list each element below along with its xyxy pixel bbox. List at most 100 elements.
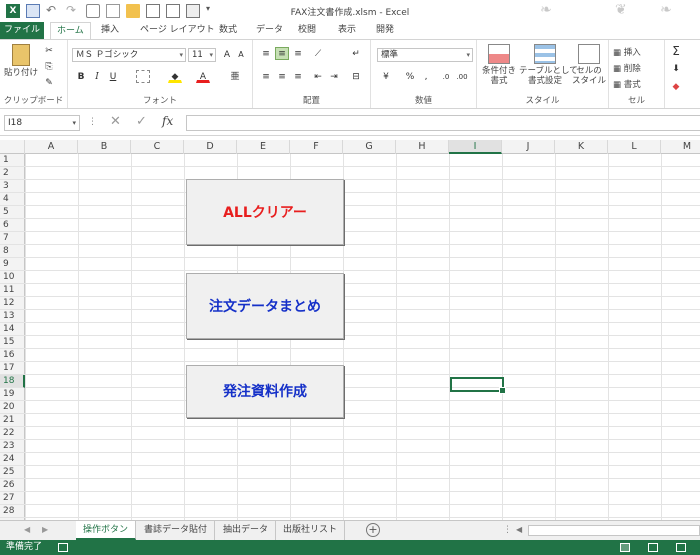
row-header[interactable]: 3 <box>0 180 25 193</box>
tab-formulas[interactable]: 数式 <box>213 22 243 39</box>
align-right-icon[interactable]: ≡ <box>291 70 305 83</box>
hscroll-left-icon[interactable]: ◀ <box>516 525 522 534</box>
column-header[interactable]: L <box>608 140 661 154</box>
fill-icon[interactable]: ⬇ <box>669 62 683 75</box>
row-header[interactable]: 22 <box>0 427 25 440</box>
format-painter-icon[interactable]: ✎ <box>42 76 56 89</box>
row-header[interactable]: 8 <box>0 245 25 258</box>
enter-icon[interactable]: ✓ <box>136 114 147 129</box>
insert-function-button[interactable]: fx <box>162 114 173 128</box>
shrink-font-icon[interactable]: A <box>234 48 248 61</box>
tab-page-layout[interactable]: ページ レイアウト <box>134 22 221 39</box>
align-center-icon[interactable]: ≡ <box>275 70 289 83</box>
macro-record-icon[interactable] <box>58 543 68 552</box>
row-header[interactable]: 9 <box>0 258 25 271</box>
clear-icon[interactable]: ◆ <box>669 80 683 93</box>
sheet-tab-extracted-data[interactable]: 抽出データ <box>216 521 277 540</box>
row-header[interactable]: 25 <box>0 466 25 479</box>
row-header[interactable]: 17 <box>0 362 25 375</box>
row-header[interactable]: 28 <box>0 505 25 518</box>
merge-center-icon[interactable]: ⊟ <box>349 70 363 83</box>
decrease-indent-icon[interactable]: ⇤ <box>311 70 325 83</box>
row-header[interactable]: 18 <box>0 375 25 388</box>
column-header[interactable]: K <box>555 140 608 154</box>
tab-review[interactable]: 校閲 <box>292 22 322 39</box>
paste-button[interactable]: 貼り付け <box>4 44 38 78</box>
delete-cells-button[interactable]: ▦ 削除 <box>613 62 641 74</box>
fill-color-icon[interactable]: ◆ <box>168 70 182 83</box>
align-top-icon[interactable]: ≡ <box>259 47 273 60</box>
grow-font-icon[interactable]: A <box>220 48 234 61</box>
increase-indent-icon[interactable]: ⇥ <box>327 70 341 83</box>
scroll-left-icon[interactable]: ◀ <box>24 525 30 534</box>
row-header[interactable]: 21 <box>0 414 25 427</box>
align-bottom-icon[interactable]: ≡ <box>291 47 305 60</box>
phonetic-icon[interactable]: 亜 <box>228 70 242 83</box>
bold-button[interactable]: B <box>74 70 88 83</box>
page-layout-view-icon[interactable] <box>648 543 658 552</box>
formula-input[interactable] <box>186 115 700 131</box>
row-header[interactable]: 20 <box>0 401 25 414</box>
column-header[interactable]: J <box>502 140 555 154</box>
active-cell[interactable] <box>450 377 506 394</box>
row-header[interactable]: 1 <box>0 154 25 167</box>
row-header[interactable]: 5 <box>0 206 25 219</box>
row-header[interactable]: 13 <box>0 310 25 323</box>
percent-button[interactable]: % <box>403 70 417 83</box>
add-sheet-icon[interactable]: + <box>366 523 380 537</box>
currency-icon[interactable]: ¥ <box>379 70 393 83</box>
select-all-corner[interactable] <box>0 140 25 154</box>
column-header[interactable]: I <box>449 140 502 154</box>
tab-data[interactable]: データ <box>250 22 289 39</box>
font-color-icon[interactable]: A <box>196 70 210 83</box>
font-name-select[interactable]: ＭＳ Ｐゴシック ▾ <box>72 48 186 62</box>
italic-button[interactable]: I <box>90 70 104 83</box>
row-header[interactable]: 12 <box>0 297 25 310</box>
format-cells-button[interactable]: ▦ 書式 <box>613 78 641 90</box>
row-header[interactable]: 10 <box>0 271 25 284</box>
row-header[interactable]: 11 <box>0 284 25 297</box>
all-clear-button[interactable]: ALLクリアー <box>186 179 344 245</box>
tab-insert[interactable]: 挿入 <box>95 22 125 39</box>
decrease-decimal-icon[interactable]: .00 <box>455 70 469 83</box>
wrap-text-icon[interactable]: ↵ <box>349 47 363 60</box>
row-header[interactable]: 27 <box>0 492 25 505</box>
row-header[interactable]: 6 <box>0 219 25 232</box>
normal-view-icon[interactable] <box>620 543 630 552</box>
cut-icon[interactable]: ✂ <box>42 44 56 57</box>
row-header[interactable]: 16 <box>0 349 25 362</box>
horizontal-scrollbar[interactable] <box>528 525 700 536</box>
row-header[interactable]: 26 <box>0 479 25 492</box>
sheet-tab-bibliographic-data[interactable]: 書誌データ貼付 <box>137 521 216 540</box>
create-order-document-button[interactable]: 発注資料作成 <box>186 365 344 418</box>
column-header[interactable]: B <box>78 140 131 154</box>
border-icon[interactable] <box>136 70 150 83</box>
align-left-icon[interactable]: ≡ <box>259 70 273 83</box>
page-break-view-icon[interactable] <box>676 543 686 552</box>
insert-cells-button[interactable]: ▦ 挿入 <box>613 46 641 58</box>
column-header[interactable]: F <box>290 140 343 154</box>
comma-button[interactable]: , <box>419 70 433 83</box>
sheet-tab-operation-buttons[interactable]: 操作ボタン <box>76 521 137 540</box>
column-header[interactable]: M <box>661 140 700 154</box>
copy-button-icon[interactable]: ⎘ <box>42 60 56 73</box>
format-as-table-button[interactable]: テーブルとして 書式設定 <box>519 44 578 86</box>
conditional-format-button[interactable]: 条件付き 書式 <box>479 44 519 86</box>
align-middle-icon[interactable]: ≡ <box>275 47 289 60</box>
scroll-right-icon[interactable]: ▶ <box>42 525 48 534</box>
number-format-select[interactable]: 標準 ▾ <box>377 48 473 62</box>
tab-file[interactable]: ファイル <box>0 22 44 39</box>
underline-button[interactable]: U <box>106 70 120 83</box>
row-header[interactable]: 15 <box>0 336 25 349</box>
row-header[interactable]: 24 <box>0 453 25 466</box>
column-header[interactable]: G <box>343 140 396 154</box>
column-header[interactable]: D <box>184 140 237 154</box>
column-header[interactable]: A <box>25 140 78 154</box>
tab-developer[interactable]: 開発 <box>370 22 400 39</box>
row-header[interactable]: 19 <box>0 388 25 401</box>
row-header[interactable]: 23 <box>0 440 25 453</box>
order-data-summary-button[interactable]: 注文データまとめ <box>186 273 344 339</box>
column-header[interactable]: H <box>396 140 449 154</box>
increase-decimal-icon[interactable]: .0 <box>439 70 453 83</box>
orientation-icon[interactable]: ⟋ <box>311 47 325 60</box>
